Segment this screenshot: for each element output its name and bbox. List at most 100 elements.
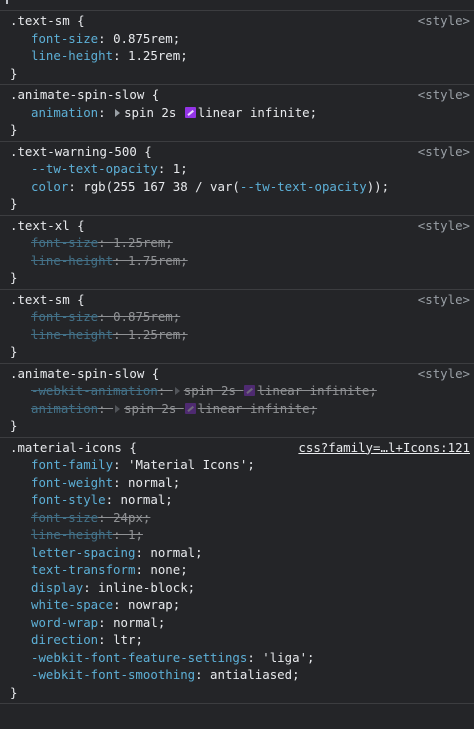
css-declaration[interactable]: font-family: 'Material Icons'; [0,456,474,474]
css-property-name[interactable]: font-weight [31,475,113,490]
css-colon: : [98,632,114,647]
rule-selector[interactable]: .text-warning-500 { [10,144,152,159]
rule-source-link[interactable]: <style> [418,291,470,309]
rule-selector[interactable]: .animate-spin-slow { [10,366,159,381]
css-property-value[interactable]: 0.875rem [113,309,173,324]
css-property-name[interactable]: font-size [31,510,98,525]
css-property-name[interactable]: white-space [31,597,113,612]
css-variable-link[interactable]: --tw-text-opacity [240,179,367,194]
css-property-value[interactable]: normal [150,545,195,560]
css-property-name[interactable]: font-size [31,31,98,46]
css-property-name[interactable]: line-height [31,253,113,268]
css-property-value[interactable]: 'Material Icons' [128,457,247,472]
css-property-value[interactable]: spin 2s linear infinite [113,401,310,416]
css-property-value[interactable]: nowrap [128,597,173,612]
css-declaration[interactable]: display: inline-block; [0,579,474,597]
rule-selector[interactable]: .material-icons { [10,440,137,455]
css-declaration[interactable]: --tw-text-opacity: 1; [0,160,474,178]
style-rule: .text-warning-500 {<style> --tw-text-opac… [0,142,474,216]
css-declaration[interactable]: -webkit-animation: spin 2s linear infini… [0,382,474,400]
css-property-value[interactable]: spin 2s linear infinite [173,383,369,398]
rule-selector[interactable]: .text-sm { [10,292,85,307]
css-property-name[interactable]: font-size [31,309,98,324]
css-property-name[interactable]: display [31,580,83,595]
css-property-value[interactable]: normal [128,475,173,490]
rule-source-link[interactable]: css?family=…l+Icons:121 [298,439,470,457]
css-declaration[interactable]: -webkit-font-smoothing: antialiased; [0,666,474,684]
css-property-name[interactable]: line-height [31,527,113,542]
css-property-name[interactable]: --tw-text-opacity [31,161,158,176]
value-text: 'liga' [262,649,308,665]
css-property-name[interactable]: text-transform [31,562,135,577]
css-property-name[interactable]: animation [31,401,98,416]
css-property-value[interactable]: ltr [113,632,135,647]
css-property-value[interactable]: normal [121,492,166,507]
css-declaration[interactable]: font-size: 0.875rem; [0,308,474,326]
easing-editor-icon[interactable] [184,106,196,118]
css-declaration[interactable]: font-size: 1.25rem; [0,234,474,252]
css-declaration[interactable]: animation: spin 2s linear infinite; [0,400,474,418]
css-property-value[interactable]: 'liga' [262,650,307,665]
rule-source-link[interactable]: <style> [418,217,470,235]
rule-selector[interactable]: .animate-spin-slow { [10,87,159,102]
css-property-name[interactable]: font-style [31,492,106,507]
css-property-value[interactable]: 1.25rem [113,235,165,250]
css-declaration[interactable]: font-size: 24px; [0,509,474,527]
rule-source-link[interactable]: <style> [418,12,470,30]
css-declaration[interactable]: letter-spacing: normal; [0,544,474,562]
css-declaration[interactable]: word-wrap: normal; [0,614,474,632]
rule-source-link[interactable]: <style> [418,86,470,104]
css-property-value[interactable]: 0.875rem [113,31,173,46]
css-property-value[interactable]: inline-block [98,580,188,595]
css-property-value[interactable]: 24px [113,510,143,525]
expand-triangle-icon[interactable] [174,387,180,395]
style-rule: .material-icons { css?family=…l+Icons:121… [0,438,474,704]
css-declaration[interactable]: font-weight: normal; [0,474,474,492]
css-declaration[interactable]: animation: spin 2s linear infinite; [0,104,474,122]
easing-editor-icon[interactable] [184,402,196,414]
css-property-name[interactable]: line-height [31,327,113,342]
expand-triangle-icon[interactable] [115,108,121,117]
expand-triangle-icon[interactable] [115,404,121,413]
rule-selector[interactable]: .text-sm { [10,13,85,28]
css-property-name[interactable]: -webkit-animation [31,383,158,398]
css-property-value[interactable]: 1.25rem [128,327,180,342]
css-property-name[interactable]: direction [31,632,98,647]
easing-editor-icon[interactable] [244,385,256,396]
css-declaration[interactable]: font-style: normal; [0,491,474,509]
css-property-name[interactable]: line-height [31,48,113,63]
css-declaration[interactable]: color: rgb(255 167 38 / var(--tw-text-op… [0,178,474,196]
css-property-name[interactable]: animation [31,105,98,120]
css-property-name[interactable]: font-size [31,235,98,250]
css-declaration[interactable]: line-height: 1.25rem; [0,47,474,65]
css-property-name[interactable]: letter-spacing [31,545,135,560]
css-property-value[interactable]: rgb(255 167 38 / var(--tw-text-opacity)) [83,179,381,194]
css-property-value[interactable]: normal [113,615,158,630]
css-declaration[interactable]: line-height: 1; [0,526,474,544]
css-declaration[interactable]: line-height: 1.25rem; [0,326,474,344]
css-colon: : [135,544,151,560]
css-property-name[interactable]: -webkit-font-feature-settings [31,650,247,665]
css-property-name[interactable]: font-family [31,457,113,472]
css-property-value[interactable]: 1.25rem [128,48,180,63]
css-property-value[interactable]: antialiased [210,667,292,682]
css-declaration[interactable]: direction: ltr; [0,631,474,649]
css-property-name[interactable]: -webkit-font-smoothing [31,667,195,682]
value-text: 24px [113,509,143,525]
css-declaration[interactable]: line-height: 1.75rem; [0,252,474,270]
css-property-name[interactable]: color [31,179,68,194]
rule-selector[interactable]: .text-xl { [10,218,85,233]
rule-source-link[interactable]: <style> [418,143,470,161]
css-declaration[interactable]: font-size: 0.875rem; [0,30,474,48]
css-semicolon: ; [172,30,181,46]
css-semicolon: ; [172,474,181,490]
css-declaration[interactable]: -webkit-font-feature-settings: 'liga'; [0,649,474,667]
css-property-name[interactable]: word-wrap [31,615,98,630]
css-declaration[interactable]: white-space: nowrap; [0,596,474,614]
css-property-value[interactable]: spin 2s linear infinite [113,105,310,120]
value-text: 0.875rem [113,30,173,46]
rule-source-link[interactable]: <style> [418,365,470,383]
css-property-value[interactable]: 1.75rem [128,253,180,268]
css-property-value[interactable]: none [150,562,180,577]
css-declaration[interactable]: text-transform: none; [0,561,474,579]
